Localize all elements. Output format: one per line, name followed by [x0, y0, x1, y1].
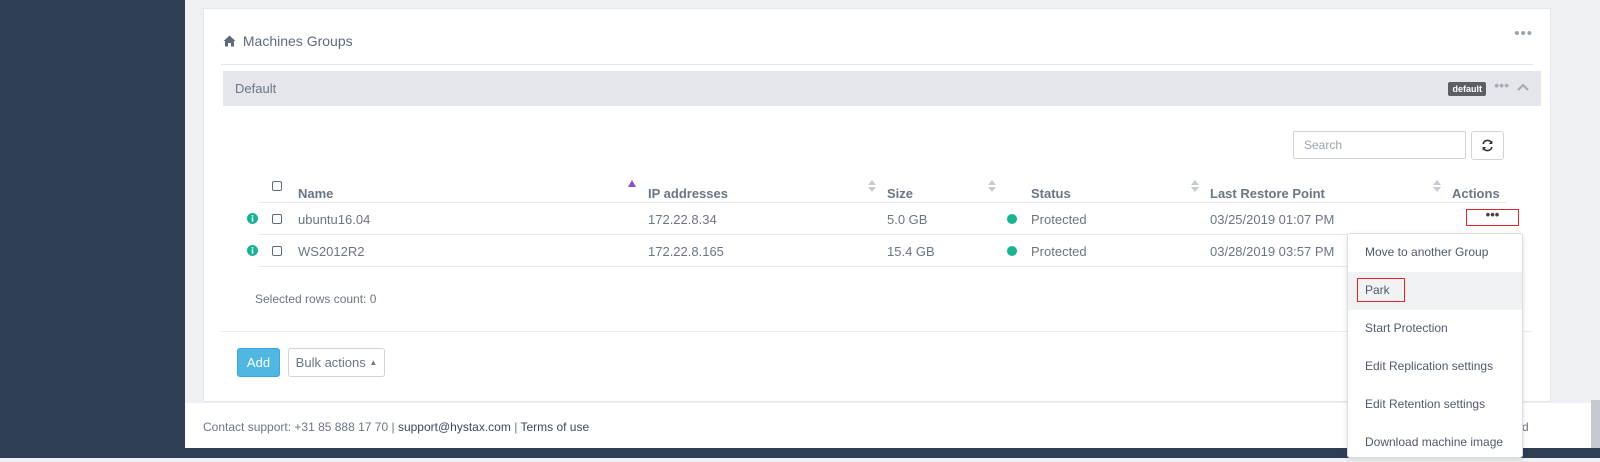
menu-item-edit-replication[interactable]: Edit Replication settings — [1348, 348, 1522, 386]
machine-name[interactable]: ubuntu16.04 — [298, 212, 370, 227]
sort-icon[interactable] — [868, 180, 876, 192]
info-icon[interactable] — [247, 213, 258, 224]
support-email-link[interactable]: support@hystax.com — [398, 420, 511, 434]
machine-status: Protected — [1031, 212, 1087, 227]
group-menu-icon[interactable]: ••• — [1494, 77, 1509, 93]
search-input[interactable] — [1293, 131, 1466, 159]
menu-item-download-image[interactable]: Download machine image — [1348, 424, 1522, 462]
column-header-name[interactable]: Name — [298, 186, 333, 201]
machine-ip: 172.22.8.165 — [648, 244, 724, 259]
footer-contact: Contact support: +31 85 888 17 70 | supp… — [203, 420, 589, 434]
caret-up-icon: ▲ — [369, 358, 378, 367]
sort-asc-icon[interactable] — [628, 180, 636, 187]
machine-size: 15.4 GB — [887, 244, 935, 259]
column-header-size[interactable]: Size — [887, 186, 913, 201]
machine-name[interactable]: WS2012R2 — [298, 244, 364, 259]
bulk-actions-button[interactable]: Bulk actions ▲ — [288, 348, 385, 377]
status-dot — [1007, 246, 1017, 256]
sort-icon[interactable] — [988, 180, 996, 192]
card-menu-icon[interactable]: ••• — [1514, 26, 1533, 41]
card-divider — [221, 64, 1533, 65]
refresh-button[interactable] — [1471, 131, 1504, 160]
footer-separator: | — [514, 420, 518, 434]
row-actions-button[interactable]: ••• — [1466, 208, 1519, 226]
select-all-checkbox[interactable] — [272, 181, 282, 191]
column-header-actions: Actions — [1452, 186, 1500, 201]
add-button[interactable]: Add — [237, 348, 280, 377]
table-divider — [259, 234, 1506, 235]
row-checkbox[interactable] — [272, 214, 282, 224]
menu-item-start-protection[interactable]: Start Protection — [1348, 310, 1522, 348]
table-divider — [259, 202, 1506, 203]
sort-icon[interactable] — [1433, 180, 1441, 192]
group-header[interactable]: Default default ••• — [223, 71, 1541, 106]
menu-item-move-group[interactable]: Move to another Group — [1348, 234, 1522, 272]
machine-status: Protected — [1031, 244, 1087, 259]
column-header-last-restore[interactable]: Last Restore Point — [1210, 186, 1325, 201]
info-icon[interactable] — [247, 245, 258, 256]
row-checkbox[interactable] — [272, 246, 282, 256]
table-divider — [259, 266, 1506, 267]
menu-item-edit-retention[interactable]: Edit Retention settings — [1348, 386, 1522, 424]
card-title-text: Machines Groups — [242, 33, 353, 49]
column-header-ip[interactable]: IP addresses — [648, 186, 728, 201]
row-actions-menu: Move to another Group Park Start Protect… — [1347, 233, 1523, 458]
machine-ip: 172.22.8.34 — [648, 212, 717, 227]
sort-icon[interactable] — [1191, 180, 1199, 192]
card-title: Machines Groups — [223, 33, 353, 49]
machine-last-restore: 03/28/2019 03:57 PM — [1210, 244, 1335, 259]
home-icon — [223, 35, 236, 47]
machine-size: 5.0 GB — [887, 212, 928, 227]
default-badge: default — [1448, 82, 1486, 96]
scrollbar[interactable] — [1591, 400, 1600, 448]
refresh-icon — [1482, 139, 1493, 152]
status-dot — [1007, 214, 1017, 224]
support-phone-text: Contact support: +31 85 888 17 70 | — [203, 420, 395, 434]
sidebar — [0, 0, 185, 458]
menu-item-park[interactable]: Park — [1348, 272, 1522, 310]
bulk-actions-label: Bulk actions — [295, 355, 366, 370]
column-header-status[interactable]: Status — [1031, 186, 1071, 201]
card-footer-divider — [221, 331, 1533, 332]
terms-of-use-link[interactable]: Terms of use — [520, 420, 589, 434]
machine-last-restore: 03/25/2019 01:07 PM — [1210, 212, 1335, 227]
chevron-up-icon[interactable] — [1517, 83, 1529, 91]
selected-rows-count: Selected rows count: 0 — [255, 292, 377, 306]
group-name: Default — [235, 81, 277, 96]
